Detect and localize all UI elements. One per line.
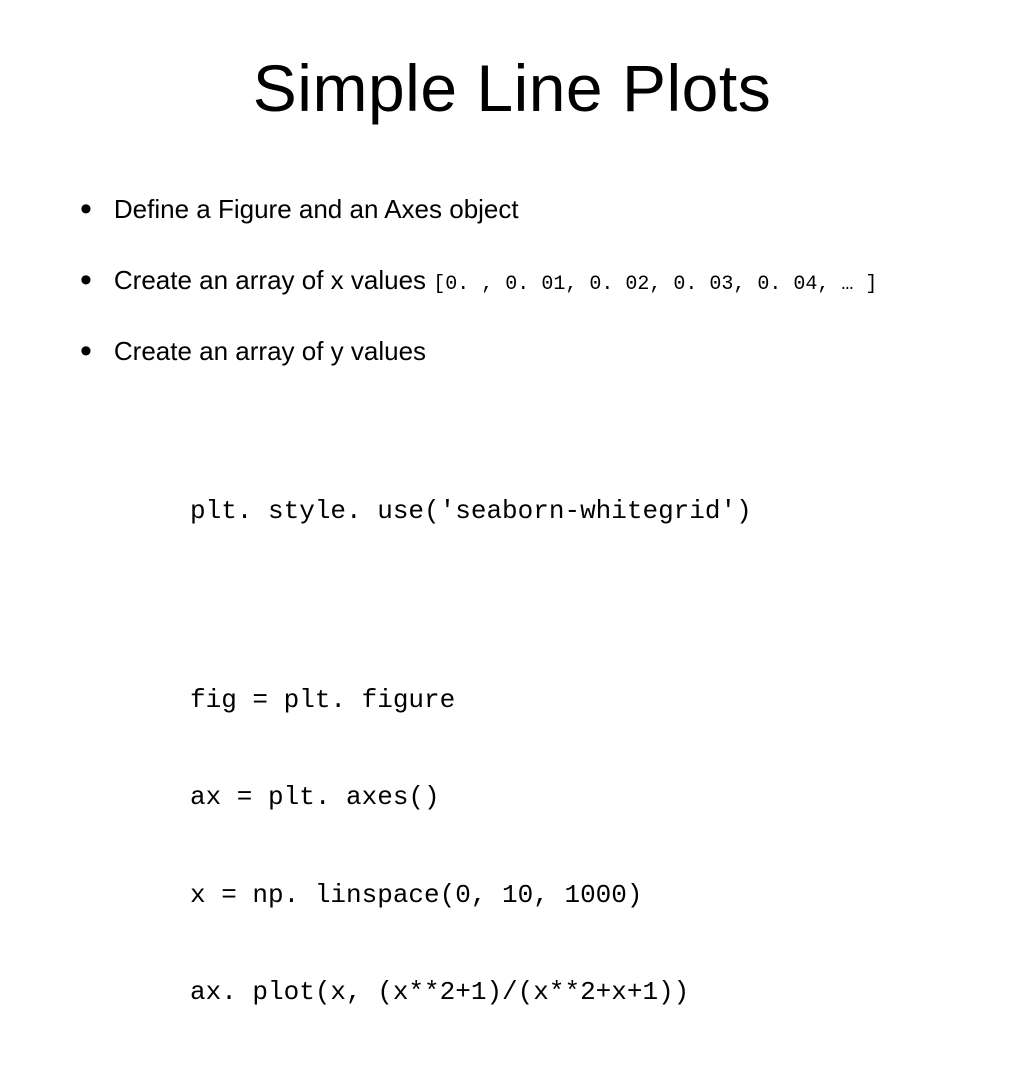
code-block: plt. style. use('seaborn-whitegrid') fig… xyxy=(190,430,752,1074)
list-item: • Create an array of y values xyxy=(80,332,984,369)
code-line: plt. style. use('seaborn-whitegrid') xyxy=(190,495,752,528)
code-line: fig = plt. figure xyxy=(190,684,752,717)
slide-title: Simple Line Plots xyxy=(0,50,1024,126)
bullet-inline-code: [0. , 0. 01, 0. 02, 0. 03, 0. 04, … ] xyxy=(433,273,877,296)
bullet-icon: • xyxy=(80,263,92,297)
bullet-icon: • xyxy=(80,334,92,368)
bullet-text: Define a Figure and an Axes object xyxy=(114,193,519,227)
code-line: x = np. linspace(0, 10, 1000) xyxy=(190,879,752,912)
bullet-text: Create an array of x values [0. , 0. 01,… xyxy=(114,264,877,298)
list-item: • Define a Figure and an Axes object xyxy=(80,190,984,227)
code-line: ax = plt. axes() xyxy=(190,781,752,814)
bullet-list: • Define a Figure and an Axes object • C… xyxy=(80,190,984,403)
list-item: • Create an array of x values [0. , 0. 0… xyxy=(80,261,984,298)
code-line: ax. plot(x, (x**2+1)/(x**2+x+1)) xyxy=(190,976,752,1009)
bullet-label: Create an array of y values xyxy=(114,336,426,366)
bullet-text: Create an array of y values xyxy=(114,335,426,369)
bullet-label: Define a Figure and an Axes object xyxy=(114,194,519,224)
slide: Simple Line Plots • Define a Figure and … xyxy=(0,0,1024,768)
bullet-icon: • xyxy=(80,192,92,226)
code-blank-line xyxy=(190,593,752,619)
bullet-label: Create an array of x values xyxy=(114,265,433,295)
